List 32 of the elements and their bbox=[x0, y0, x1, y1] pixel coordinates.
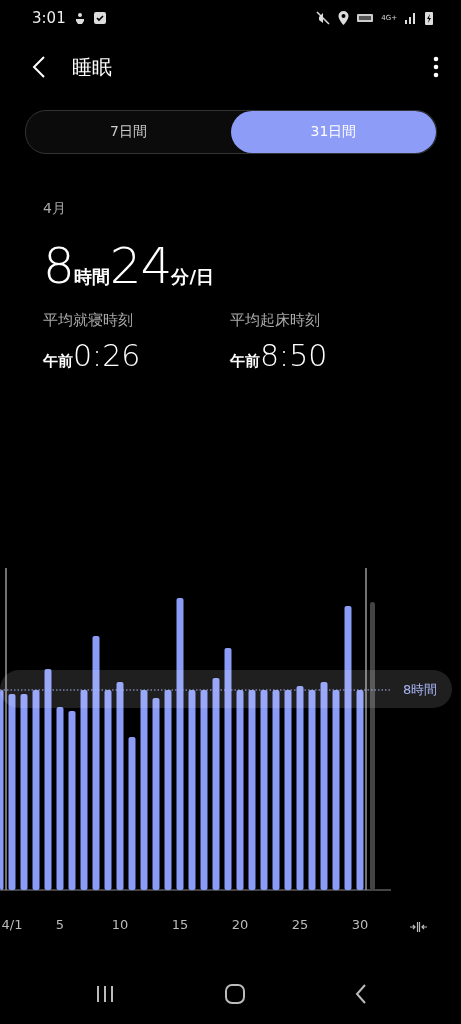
mute-icon bbox=[316, 11, 331, 25]
signal-icon bbox=[405, 12, 417, 24]
axis-label: 10 bbox=[111, 917, 129, 932]
checkbox-icon bbox=[93, 12, 106, 24]
home-icon[interactable] bbox=[223, 983, 246, 1005]
status-time: 3:01 bbox=[32, 9, 66, 27]
axis-label: 5 bbox=[55, 917, 65, 932]
volte-icon bbox=[357, 14, 374, 22]
range-marker[interactable] bbox=[5, 567, 7, 891]
stat-time: 午前0:26 bbox=[43, 338, 142, 373]
axis-label: 20 bbox=[231, 917, 249, 932]
range-marker[interactable] bbox=[365, 567, 367, 891]
stat-time: 午前8:50 bbox=[230, 338, 329, 373]
period-tab[interactable]: 7日間 bbox=[26, 111, 231, 153]
recent-apps-icon[interactable] bbox=[94, 985, 115, 1003]
scroll-handle[interactable] bbox=[370, 602, 375, 890]
axis-label: 15 bbox=[171, 917, 189, 932]
axis-label: 30 bbox=[351, 917, 369, 932]
notification-icon bbox=[73, 11, 86, 25]
axis-label: 4/1 bbox=[1, 917, 23, 932]
stat-label: 平均起床時刻 bbox=[230, 311, 321, 330]
axis-label: 25 bbox=[291, 917, 309, 932]
page-title: 睡眠 bbox=[72, 53, 113, 81]
sleep-duration: 8時間 24分/日 bbox=[43, 238, 215, 297]
location-icon bbox=[338, 11, 350, 25]
back-icon[interactable] bbox=[354, 984, 367, 1004]
month-label: 4月 bbox=[43, 200, 67, 218]
more-icon[interactable] bbox=[433, 56, 439, 78]
stat-label: 平均就寝時刻 bbox=[43, 311, 134, 330]
target-label: 8時間 bbox=[403, 682, 438, 697]
battery-icon bbox=[425, 11, 433, 25]
compress-icon[interactable] bbox=[409, 921, 428, 933]
